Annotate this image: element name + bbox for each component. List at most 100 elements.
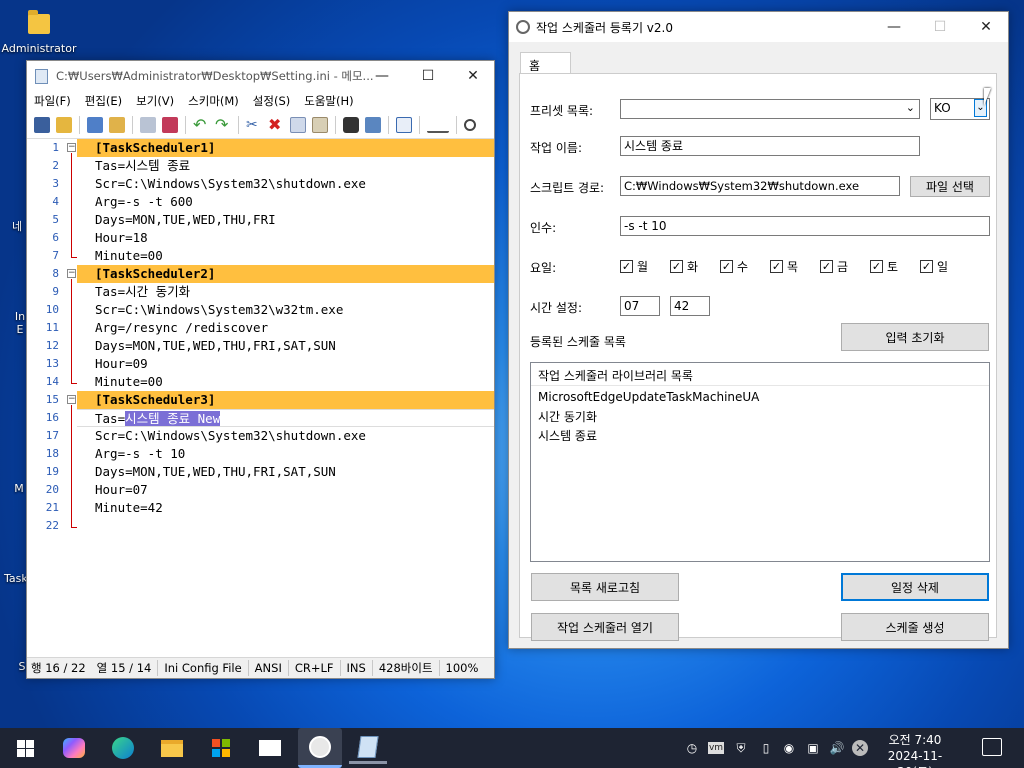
create-schedule-button[interactable]: 스케줄 생성	[841, 613, 989, 641]
menu-schema[interactable]: 스키마(M)	[181, 93, 246, 109]
cut-icon[interactable]: ✂	[246, 117, 262, 133]
script-path-field[interactable]: C:₩Windows₩System32₩shutdown.exe	[620, 176, 900, 196]
refresh-list-button[interactable]: 목록 새로고침	[531, 573, 679, 601]
day-checkbox[interactable]: ✓ 월	[620, 258, 648, 275]
copilot-icon[interactable]	[55, 732, 93, 764]
code-line[interactable]: Tas=시간 동기화	[77, 283, 494, 301]
task-name-field[interactable]: 시스템 종료	[620, 136, 920, 156]
find-icon[interactable]	[343, 116, 359, 133]
ini-section-line[interactable]: [TaskScheduler1]	[77, 139, 494, 157]
clock-app-icon[interactable]	[298, 728, 342, 768]
day-checkbox[interactable]: ✓ 금	[820, 258, 848, 275]
volume-icon[interactable]: 🔊	[829, 740, 845, 756]
paste-icon[interactable]	[312, 116, 328, 133]
code-line[interactable]: Arg=-s -t 600	[77, 193, 494, 211]
save-icon[interactable]	[140, 116, 156, 133]
status-eol[interactable]: CR+LF	[289, 660, 341, 676]
edge-icon[interactable]	[104, 732, 142, 764]
maximize-button[interactable]: ☐	[405, 61, 451, 91]
copy-icon[interactable]	[290, 116, 306, 133]
menu-view[interactable]: 보기(V)	[129, 93, 181, 109]
args-field[interactable]: -s -t 10	[620, 216, 990, 236]
fold-toggle-icon[interactable]: −	[67, 395, 76, 404]
checkmark-icon[interactable]: ✓	[920, 260, 933, 273]
minimize-button[interactable]: —	[359, 61, 405, 91]
checkmark-icon[interactable]: ✓	[720, 260, 733, 273]
checkmark-icon[interactable]: ✓	[820, 260, 833, 273]
code-line[interactable]: Tas=시스템 종료	[77, 157, 494, 175]
menu-help[interactable]: 도움말(H)	[297, 93, 360, 109]
replace-icon[interactable]	[365, 116, 381, 133]
list-item[interactable]: 시스템 종료	[538, 427, 597, 444]
code-line[interactable]: Minute=42	[77, 499, 494, 517]
start-icon[interactable]	[6, 732, 44, 764]
security-shield-icon[interactable]: ⛨	[733, 740, 749, 756]
open-task-scheduler-button[interactable]: 작업 스케줄러 열기	[531, 613, 679, 641]
favorites-icon[interactable]	[109, 116, 125, 133]
status-encoding[interactable]: ANSI	[249, 660, 289, 676]
zoom-icon[interactable]	[464, 118, 476, 131]
usb-tray-icon[interactable]: ▯	[758, 740, 774, 756]
blocked-icon[interactable]: ✕	[852, 740, 868, 756]
vm-tray-icon[interactable]: vm	[708, 742, 724, 754]
day-checkbox[interactable]: ✓ 화	[670, 258, 698, 275]
code-line[interactable]: Arg=-s -t 10	[77, 445, 494, 463]
code-line[interactable]: Arg=/resync /rediscover	[77, 319, 494, 337]
word-wrap-icon[interactable]	[396, 116, 412, 133]
scheduler-titlebar[interactable]: 작업 스케줄러 등록기 v2.0 — ☐ ✕	[509, 12, 1008, 42]
status-mode[interactable]: INS	[341, 660, 373, 676]
notepad-app-icon[interactable]	[349, 732, 387, 764]
desktop-icon-administrator[interactable]: Administrator	[0, 8, 78, 60]
notepad-titlebar[interactable]: C:₩Users₩Administrator₩Desktop₩Setting.i…	[27, 61, 494, 91]
webcam-tray-icon[interactable]: ◉	[781, 740, 797, 756]
menu-settings[interactable]: 설정(S)	[246, 93, 297, 109]
ini-section-line[interactable]: [TaskScheduler2]	[77, 265, 494, 283]
menu-file[interactable]: 파일(F)	[27, 93, 78, 109]
status-scheme[interactable]: Ini Config File	[158, 660, 249, 676]
code-line[interactable]: Scr=C:\Windows\System32\shutdown.exe	[77, 175, 494, 193]
redo-icon[interactable]: ↷	[215, 116, 231, 133]
tab-home[interactable]: 홈	[520, 52, 571, 74]
code-line[interactable]: Tas=시스템 종료 New	[77, 409, 494, 427]
taskbar-time[interactable]: 오전 7:40	[870, 731, 960, 748]
day-checkbox[interactable]: ✓ 목	[770, 258, 798, 275]
minute-field[interactable]: 42	[670, 296, 710, 316]
checkmark-icon[interactable]: ✓	[670, 260, 683, 273]
fold-toggle-icon[interactable]: −	[67, 269, 76, 278]
delete-schedule-button[interactable]: 일정 삭제	[841, 573, 989, 601]
reset-input-button[interactable]: 입력 초기화	[841, 323, 989, 351]
view-list-icon[interactable]	[427, 117, 449, 133]
menu-edit[interactable]: 편집(E)	[78, 93, 129, 109]
day-checkbox[interactable]: ✓ 수	[720, 258, 748, 275]
code-line[interactable]: Days=MON,TUE,WED,THU,FRI,SAT,SUN	[77, 463, 494, 481]
desktop-icon-partial[interactable]: 네	[10, 218, 24, 233]
network-icon[interactable]: ▣	[805, 740, 821, 756]
new-file-icon[interactable]	[34, 116, 50, 133]
code-line[interactable]: Scr=C:\Windows\System32\w32tm.exe	[77, 301, 494, 319]
close-button[interactable]: ✕	[963, 12, 1009, 42]
checkmark-icon[interactable]: ✓	[620, 260, 633, 273]
code-line[interactable]: Days=MON,TUE,WED,THU,FRI	[77, 211, 494, 229]
maximize-button[interactable]: ☐	[917, 12, 963, 42]
code-line[interactable]: Minute=00	[77, 373, 494, 391]
clock-tray-icon[interactable]: ◷	[684, 740, 700, 756]
desktop-icon-partial[interactable]: S	[18, 660, 26, 673]
open-folder-icon[interactable]	[56, 116, 72, 133]
list-item[interactable]: 시간 동기화	[538, 408, 597, 425]
code-line[interactable]: Hour=09	[77, 355, 494, 373]
taskbar-date[interactable]: 2024-11-30(토)	[870, 749, 960, 768]
fold-margin[interactable]: − − −	[64, 139, 77, 657]
delete-icon[interactable]: ✖	[268, 116, 284, 133]
save-as-icon[interactable]	[162, 116, 178, 133]
code-line[interactable]: Hour=18	[77, 229, 494, 247]
desktop-icon-partial[interactable]: M	[12, 482, 26, 495]
language-dropdown[interactable]: KO ⌄	[930, 98, 990, 120]
editor-text-area[interactable]: [TaskScheduler1] Tas=시스템 종료 Scr=C:\Windows…	[77, 139, 494, 657]
file-explorer-icon[interactable]	[153, 732, 191, 764]
desktop-icon-partial[interactable]: Task	[4, 572, 28, 585]
desktop-icon-partial[interactable]: In E	[14, 310, 26, 336]
store-icon[interactable]	[202, 732, 240, 764]
preset-dropdown[interactable]: ⌄	[620, 99, 920, 119]
hour-field[interactable]: 07	[620, 296, 660, 316]
checkmark-icon[interactable]: ✓	[770, 260, 783, 273]
